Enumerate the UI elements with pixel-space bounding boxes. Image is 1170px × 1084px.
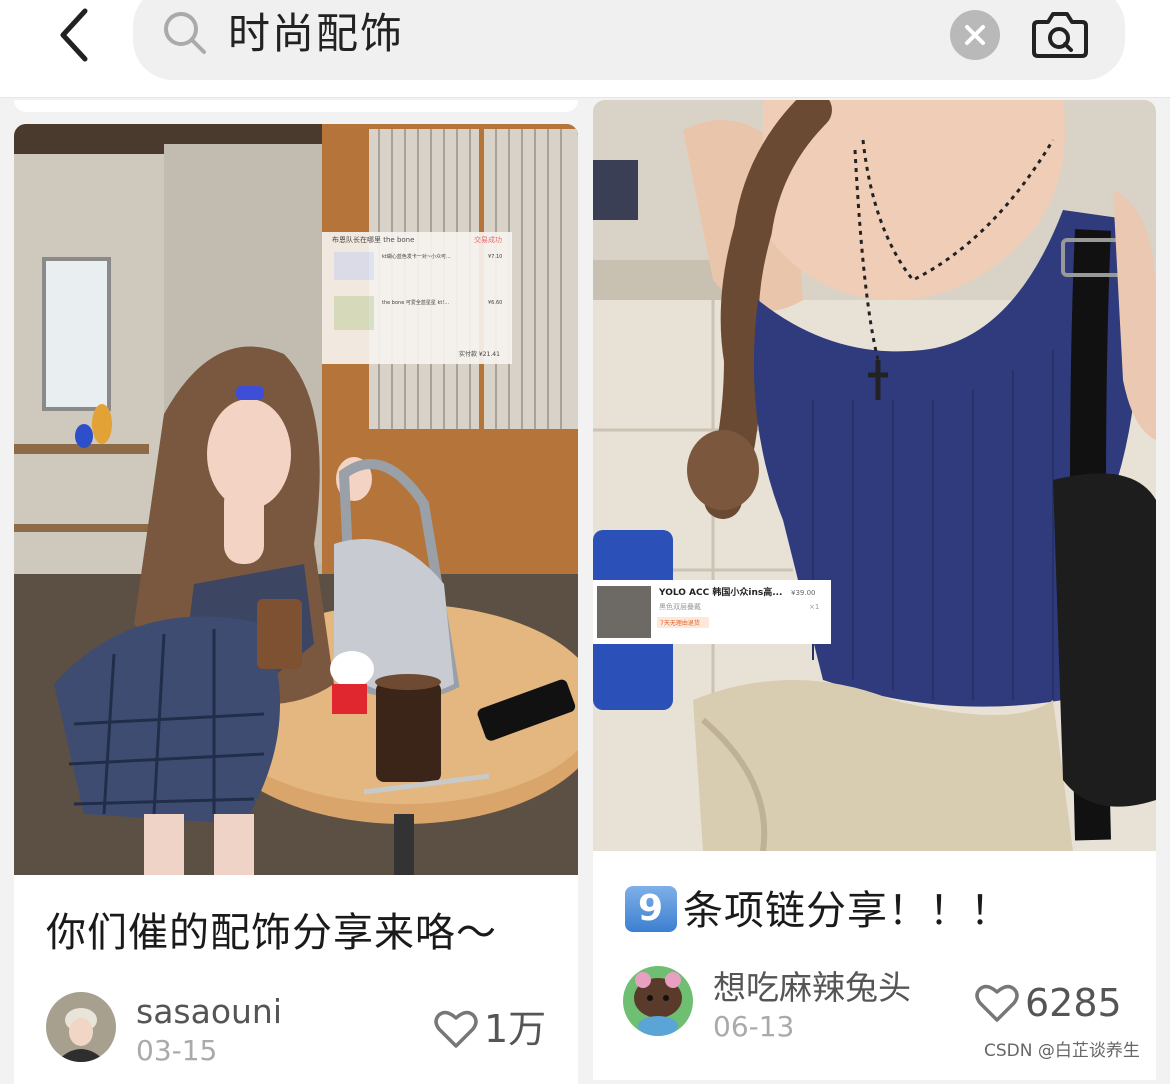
author-row: sasaouni 03-15 1万	[14, 988, 578, 1068]
product-tag: YOLO ACC 韩国小众ins高... ¥39.00 黑色双层叠戴 ×1 7天…	[593, 580, 831, 644]
post-image[interactable]: YOLO ACC 韩国小众ins高... ¥39.00 黑色双层叠戴 ×1 7天…	[593, 100, 1156, 851]
search-icon	[164, 12, 206, 54]
product-price: ¥39.00	[791, 589, 816, 597]
watermark: CSDN @白芷谈养生	[984, 1041, 1140, 1061]
product-qty: ×1	[809, 603, 819, 611]
camera-search-icon[interactable]	[1032, 8, 1088, 60]
author-name[interactable]: sasaouni	[136, 992, 282, 1032]
product-variant: 黑色双层叠戴	[659, 602, 701, 611]
avatar[interactable]	[46, 992, 116, 1062]
post-title: 9 条项链分享！！！	[625, 885, 1011, 937]
search-input[interactable]: 时尚配饰	[228, 6, 404, 62]
post-card-1[interactable]: 布恩队长在哪里 the bone 交易成功 kt蝴心蓝色发卡一对~小众可... …	[14, 124, 578, 1084]
back-button[interactable]	[40, 0, 110, 70]
number-badge: 9	[625, 886, 677, 932]
author-name[interactable]: 想吃麻辣兔头	[713, 968, 911, 1008]
overlay-item2-price: ¥6.60	[488, 300, 502, 306]
overlay-total: 实付款 ¥21.41	[459, 350, 500, 358]
clear-button[interactable]	[950, 10, 1000, 60]
post-image[interactable]: 布恩队长在哪里 the bone 交易成功 kt蝴心蓝色发卡一对~小众可... …	[14, 124, 578, 875]
post-card-2[interactable]: YOLO ACC 韩国小众ins高... ¥39.00 黑色双层叠戴 ×1 7天…	[593, 100, 1156, 1080]
heart-outline-icon	[434, 1010, 478, 1048]
overlay-item1-price: ¥7.10	[488, 254, 502, 260]
avatar[interactable]	[623, 966, 693, 1036]
like-button[interactable]: 1万	[434, 1006, 546, 1052]
order-overlay: 布恩队长在哪里 the bone 交易成功 kt蝴心蓝色发卡一对~小众可... …	[322, 232, 512, 364]
post-title-text: 条项链分享！！！	[683, 888, 1011, 934]
overlay-shop: 布恩队长在哪里 the bone	[332, 235, 414, 244]
like-button[interactable]: 6285	[975, 980, 1122, 1026]
previous-card-bottom	[14, 100, 578, 112]
chevron-left-icon	[60, 8, 88, 62]
divider	[0, 97, 1170, 98]
post-date: 06-13	[713, 1010, 795, 1043]
clear-icon	[965, 25, 985, 45]
product-promo: 7天无理由退货	[660, 619, 700, 627]
post-date: 03-15	[136, 1034, 218, 1067]
overlay-item2: the bone 可爱全蓝星星 kt!...	[382, 299, 449, 306]
author-row: 想吃麻辣兔头 06-13 6285	[593, 964, 1156, 1044]
top-bar: 时尚配饰	[0, 0, 1170, 98]
overlay-item1: kt蝴心蓝色发卡一对~小众可...	[382, 253, 451, 260]
post-title: 你们催的配饰分享来咯～	[46, 910, 497, 956]
overlay-status: 交易成功	[474, 235, 502, 244]
heart-outline-icon	[975, 984, 1019, 1022]
like-count: 6285	[1025, 981, 1122, 1025]
like-count: 1万	[484, 1007, 547, 1051]
product-name: YOLO ACC 韩国小众ins高...	[658, 586, 782, 598]
